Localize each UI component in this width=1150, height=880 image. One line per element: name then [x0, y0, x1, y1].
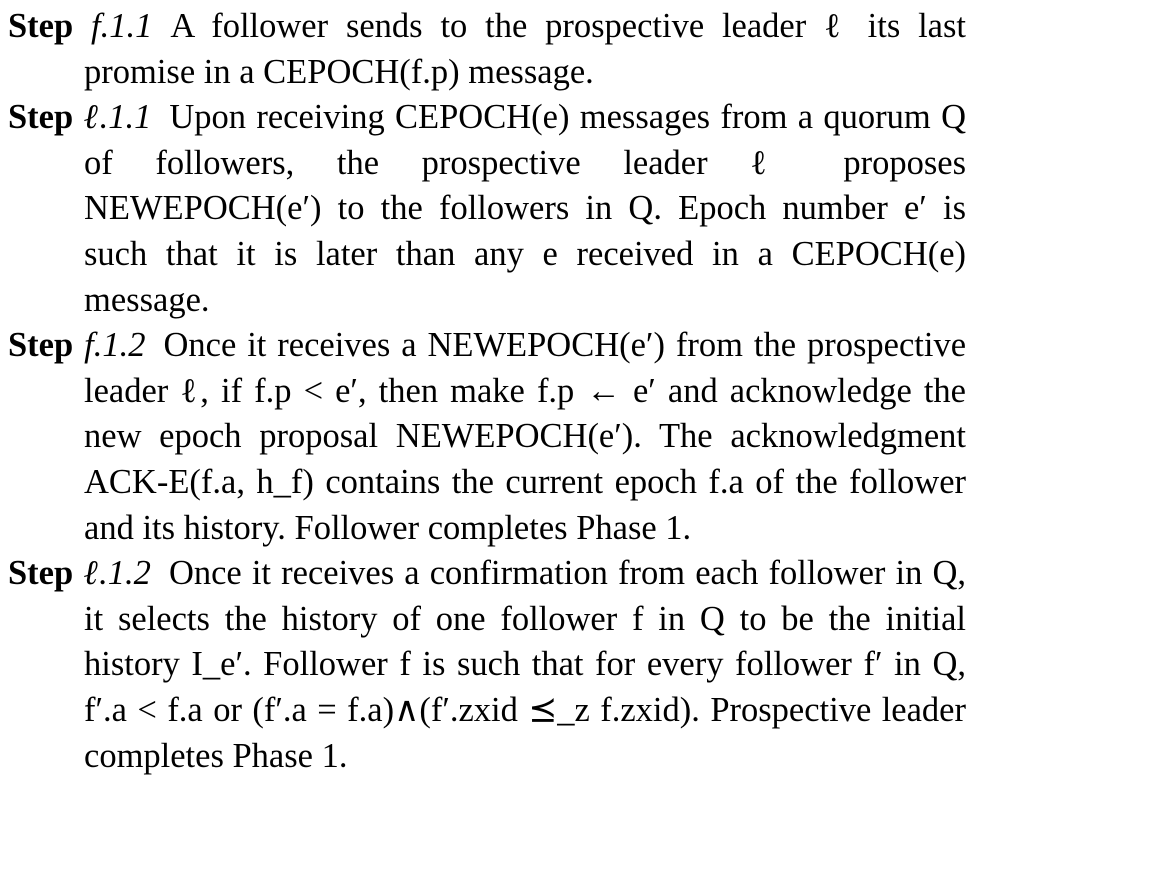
step-body: Once it receives a confirmation from eac… [84, 554, 966, 775]
step-number: ℓ.1.2 [83, 554, 151, 593]
step-heading: Step ℓ.1.2 [8, 554, 169, 592]
step-keyword: Step [8, 326, 74, 365]
step-f-1-2: Step f.1.2 Once it receives a NEWEPOCH(e′… [8, 323, 966, 551]
step-keyword: Step [8, 98, 74, 137]
step-f-1-1: Step f.1.1 A follower sends to the prospe… [8, 4, 966, 95]
step-keyword: Step [8, 7, 74, 45]
step-l-1-2: Step ℓ.1.2 Once it receives a confirmatio… [8, 551, 966, 779]
protocol-steps: Step f.1.1 A follower sends to the prospe… [8, 4, 966, 779]
step-body: Upon receiving CEPOCH(e) messages from a… [84, 98, 966, 319]
step-body: A follower sends to the prospective lead… [84, 7, 966, 91]
step-number: ℓ.1.1 [83, 98, 152, 137]
step-heading: Step f.1.1 [8, 7, 170, 45]
step-keyword: Step [8, 554, 74, 593]
step-heading: Step ℓ.1.1 [8, 98, 169, 136]
step-number: f.1.2 [84, 326, 146, 365]
step-number: f.1.1 [91, 7, 153, 45]
step-l-1-1: Step ℓ.1.1 Upon receiving CEPOCH(e) messa… [8, 95, 966, 323]
step-heading: Step f.1.2 [8, 326, 163, 364]
step-body: Once it receives a NEWEPOCH(e′) from the… [84, 326, 967, 547]
